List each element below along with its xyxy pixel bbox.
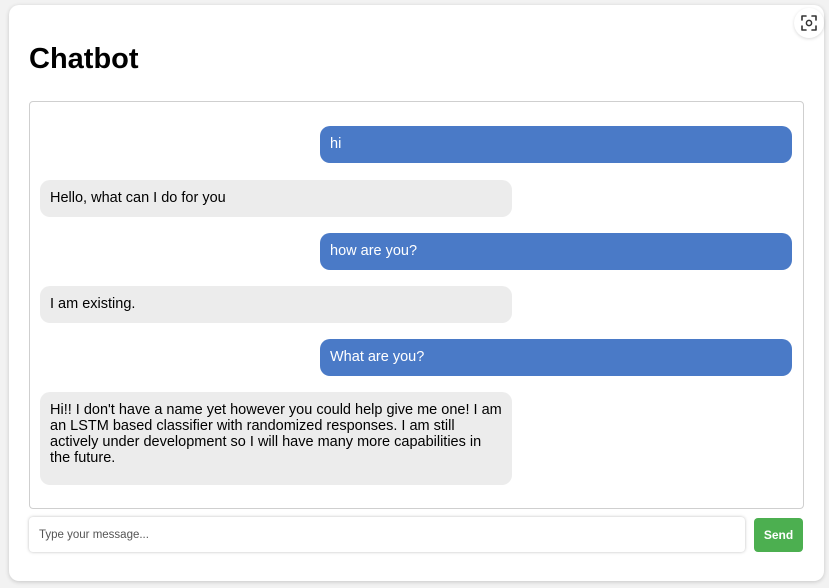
chat-log[interactable]: hi Hello, what can I do for you how are … bbox=[29, 101, 804, 509]
screenshot-button[interactable] bbox=[794, 8, 824, 38]
message-composer: Send bbox=[29, 517, 804, 553]
bot-message: Hi!! I don't have a name yet however you… bbox=[40, 392, 512, 485]
message-input[interactable] bbox=[29, 517, 745, 552]
page-title: Chatbot bbox=[29, 43, 139, 75]
screenshot-icon bbox=[801, 15, 817, 31]
user-message: how are you? bbox=[320, 233, 792, 270]
bot-message: Hello, what can I do for you bbox=[40, 180, 512, 217]
user-message: hi bbox=[320, 126, 792, 163]
bot-message: I am existing. bbox=[40, 286, 512, 323]
send-button[interactable]: Send bbox=[754, 518, 803, 552]
user-message: What are you? bbox=[320, 339, 792, 376]
chat-window: Chatbot hi Hello, what can I do for you … bbox=[9, 5, 824, 581]
